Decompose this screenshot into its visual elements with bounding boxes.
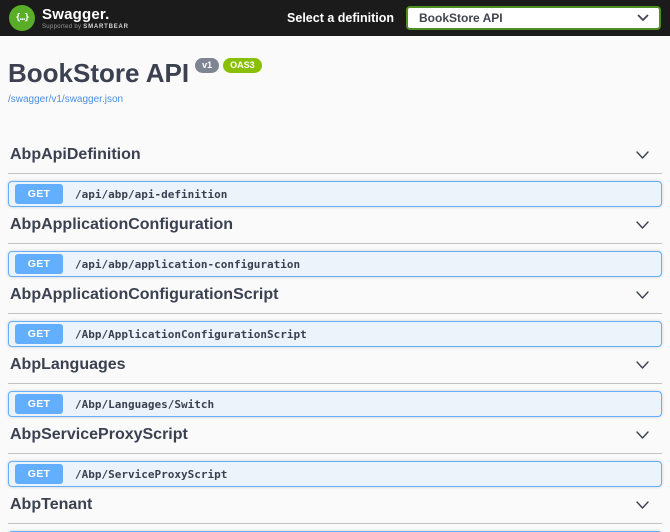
spec-url-link[interactable]: /swagger/v1/swagger.json <box>8 94 123 105</box>
api-tag-section-abpapidefinition: AbpApiDefinition GET /api/abp/api-defini… <box>8 137 662 207</box>
oas3-badge: OAS3 <box>223 58 262 73</box>
chevron-down-icon[interactable] <box>632 357 652 373</box>
operation-path: /Abp/ServiceProxyScript <box>75 467 228 481</box>
title-badges: v1 OAS3 <box>195 58 262 73</box>
operation-path: /api/abp/api-definition <box>75 187 228 201</box>
operation-path: /api/abp/application-configuration <box>75 257 301 271</box>
operation-row[interactable]: GET /Abp/ApplicationConfigurationScript <box>8 321 662 347</box>
chevron-down-icon[interactable] <box>632 217 652 233</box>
api-tag-header[interactable]: AbpLanguages <box>8 347 662 384</box>
get-method-badge: GET <box>15 464 63 484</box>
api-tag-title: AbpLanguages <box>10 356 126 373</box>
chevron-down-icon[interactable] <box>632 147 652 163</box>
chevron-down-icon <box>637 14 649 21</box>
api-tag-header[interactable]: AbpServiceProxyScript <box>8 417 662 454</box>
api-tag-header[interactable]: AbpApplicationConfiguration <box>8 207 662 244</box>
operation-row[interactable]: GET /Abp/Languages/Switch <box>8 391 662 417</box>
get-method-badge: GET <box>15 324 63 344</box>
operation-row[interactable]: GET /Abp/ServiceProxyScript <box>8 461 662 487</box>
operation-path: /Abp/Languages/Switch <box>75 397 215 411</box>
get-method-badge: GET <box>15 184 63 204</box>
api-tag-section-abpserviceproxyscript: AbpServiceProxyScript GET /Abp/ServicePr… <box>8 417 662 487</box>
chevron-down-icon[interactable] <box>632 427 652 443</box>
operation-row[interactable]: GET /api/abp/api-definition <box>8 181 662 207</box>
definition-select[interactable]: BookStore API <box>406 6 661 30</box>
api-tag-title: AbpServiceProxyScript <box>10 426 188 443</box>
operation-row[interactable]: GET /api/abp/application-configuration <box>8 251 662 277</box>
page-title: BookStore API v1 OAS3 <box>8 57 662 89</box>
swagger-logo-icon: {…} <box>9 5 35 31</box>
topbar: {…} Swagger. Supported by SMARTBEAR Sele… <box>0 0 670 36</box>
api-tag-title: AbpTenant <box>10 496 93 513</box>
api-tag-header[interactable]: AbpTenant <box>8 487 662 524</box>
api-title-text: BookStore API <box>8 58 190 88</box>
api-tag-title: AbpApplicationConfigurationScript <box>10 286 279 303</box>
api-tag-section-abptenant: AbpTenant GET /api/abp/multi-tenancy/fin… <box>8 487 662 532</box>
supported-by-label: Supported by <box>42 23 82 30</box>
brand-subtitle: Supported by SMARTBEAR <box>42 24 129 30</box>
get-method-badge: GET <box>15 394 63 414</box>
api-tag-section-abplanguages: AbpLanguages GET /Abp/Languages/Switch <box>8 347 662 417</box>
api-tag-section-abpapplicationconfigurationscript: AbpApplicationConfigurationScript GET /A… <box>8 277 662 347</box>
api-tag-title: AbpApplicationConfiguration <box>10 216 234 233</box>
swagger-logo: {…} Swagger. Supported by SMARTBEAR <box>9 5 129 31</box>
version-badge: v1 <box>195 58 220 73</box>
swagger-wordmark: Swagger. Supported by SMARTBEAR <box>42 7 129 30</box>
operation-path: /Abp/ApplicationConfigurationScript <box>75 327 307 341</box>
brand-name: Swagger. <box>42 5 110 23</box>
chevron-down-icon[interactable] <box>632 287 652 303</box>
chevron-down-icon[interactable] <box>632 497 652 513</box>
swagger-ui-content: BookStore API v1 OAS3 /swagger/v1/swagge… <box>0 36 670 532</box>
api-tag-header[interactable]: AbpApiDefinition <box>8 137 662 174</box>
api-tag-section-abpapplicationconfiguration: AbpApplicationConfiguration GET /api/abp… <box>8 207 662 277</box>
smartbear-label: SMARTBEAR <box>83 23 129 30</box>
definition-picker: Select a definition BookStore API <box>287 6 661 30</box>
api-info: BookStore API v1 OAS3 /swagger/v1/swagge… <box>8 36 662 107</box>
definition-select-value: BookStore API <box>419 11 503 25</box>
get-method-badge: GET <box>15 254 63 274</box>
tag-sections: AbpApiDefinition GET /api/abp/api-defini… <box>8 137 662 532</box>
api-tag-header[interactable]: AbpApplicationConfigurationScript <box>8 277 662 314</box>
api-tag-title: AbpApiDefinition <box>10 146 141 163</box>
select-definition-label: Select a definition <box>287 11 394 25</box>
